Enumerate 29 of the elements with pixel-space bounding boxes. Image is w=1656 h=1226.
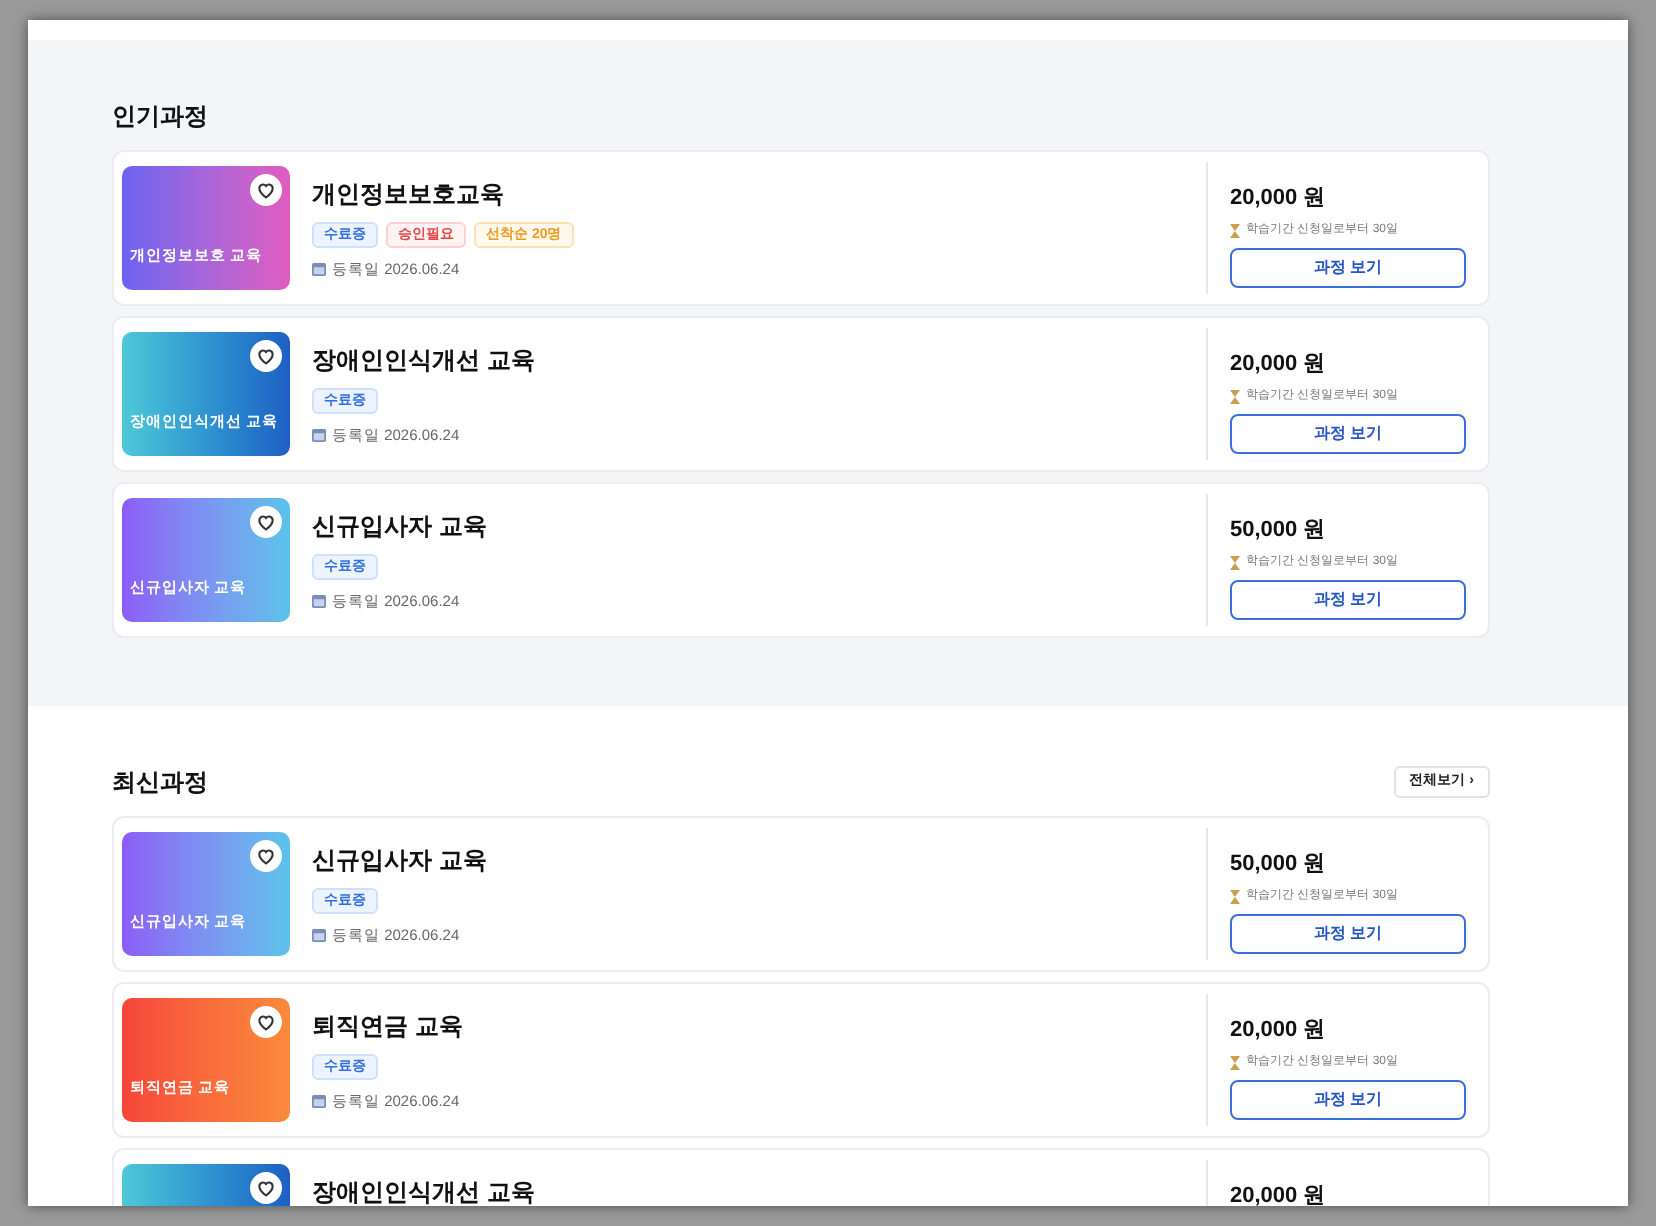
view-course-button[interactable]: 과정 보기 xyxy=(1230,913,1466,953)
course-price: 20,000 원 xyxy=(1230,1182,1328,1206)
course-title: 신규입사자 교육 xyxy=(312,844,489,878)
course-price: 50,000 원 xyxy=(1230,516,1328,546)
course-price: 20,000 원 xyxy=(1230,1016,1328,1046)
course-price: 20,000 원 xyxy=(1230,184,1328,214)
calendar-icon xyxy=(312,594,326,609)
hourglass-icon xyxy=(1230,1055,1240,1069)
calendar-icon xyxy=(312,1094,326,1109)
course-title: 장애인인식개선 교육 xyxy=(312,344,537,378)
view-course-button[interactable]: 과정 보기 xyxy=(1230,247,1466,287)
hourglass-icon xyxy=(1230,555,1240,569)
hourglass-icon xyxy=(1230,223,1240,237)
calendar-icon xyxy=(312,928,326,943)
view-course-button[interactable]: 과정 보기 xyxy=(1230,1079,1466,1119)
view-course-button[interactable]: 과정 보기 xyxy=(1230,413,1466,453)
hourglass-icon xyxy=(1230,889,1240,903)
calendar-icon xyxy=(312,428,326,443)
course-title: 신규입사자 교육 xyxy=(312,510,489,544)
course-price: 20,000 원 xyxy=(1230,350,1328,380)
section-title: 인기과정 xyxy=(112,100,208,134)
course-price: 50,000 원 xyxy=(1230,850,1328,880)
course-title: 장애인인식개선 교육 xyxy=(312,1176,537,1206)
course-title: 개인정보보호교육 xyxy=(312,178,506,212)
view-course-button[interactable]: 과정 보기 xyxy=(1230,579,1466,619)
section-title: 최신과정 xyxy=(112,766,208,800)
hourglass-icon xyxy=(1230,389,1240,403)
course-title: 퇴직연금 교육 xyxy=(312,1010,465,1044)
calendar-icon xyxy=(312,262,326,277)
